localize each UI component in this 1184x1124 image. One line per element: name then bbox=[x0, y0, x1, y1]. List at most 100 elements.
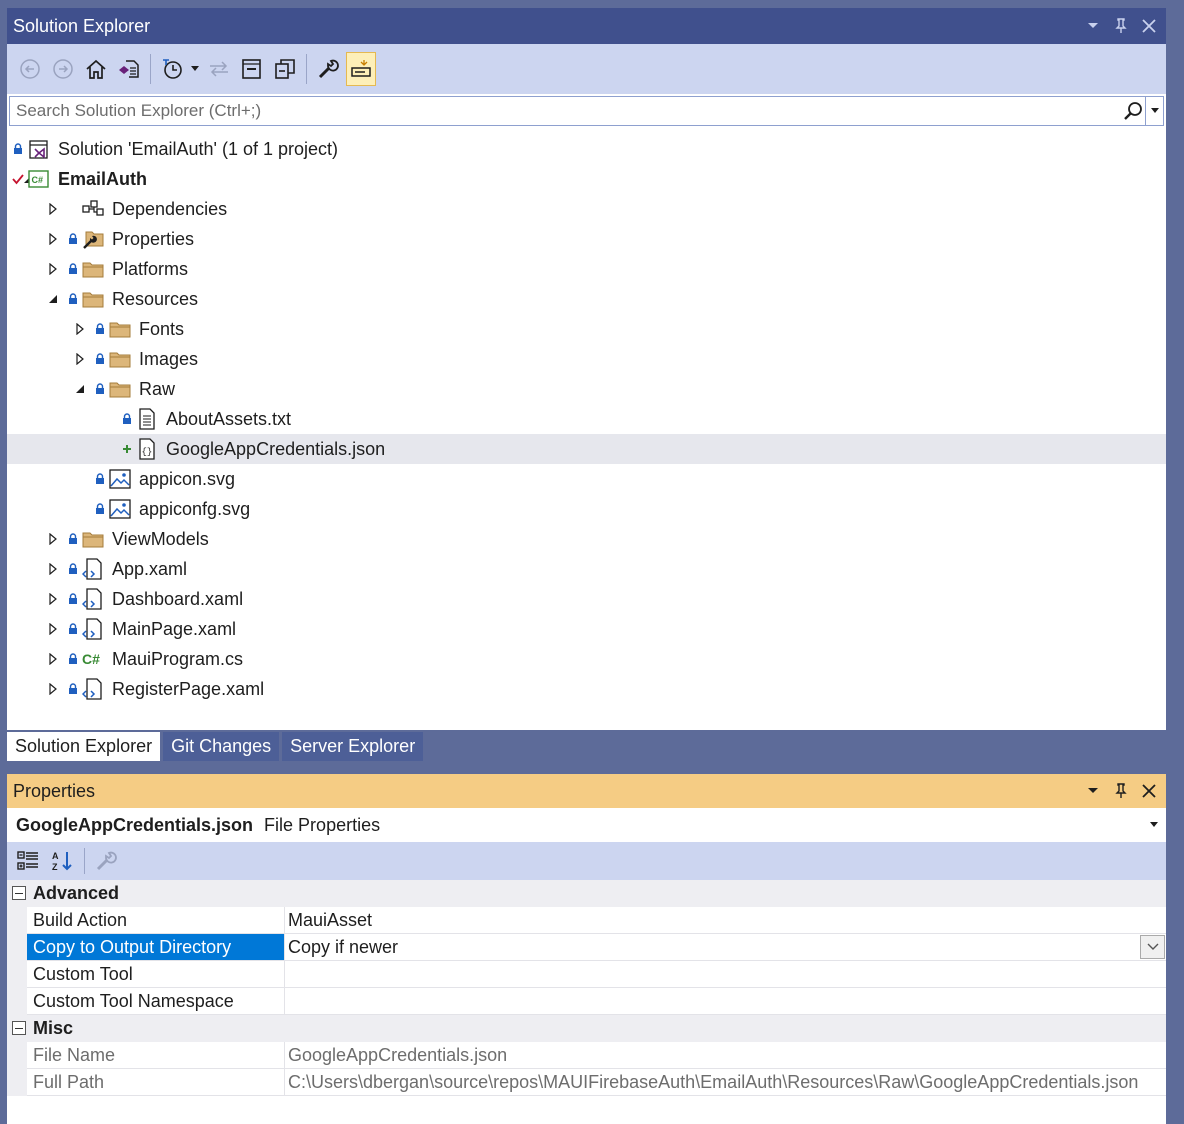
home-icon[interactable] bbox=[81, 52, 111, 86]
toolbar-separator bbox=[150, 54, 151, 84]
window-menu-chevron-icon[interactable] bbox=[1084, 782, 1102, 800]
text-file-icon bbox=[136, 404, 158, 434]
tree-item[interactable]: Images bbox=[7, 344, 1166, 374]
tree-item[interactable]: C# EmailAuth bbox=[7, 164, 1166, 194]
sync-with-active-document-icon[interactable] bbox=[204, 52, 234, 86]
collapsed-arrow-icon[interactable] bbox=[48, 254, 58, 284]
preview-selected-items-icon[interactable] bbox=[346, 52, 376, 86]
checked-out-icon bbox=[12, 164, 24, 194]
collapsed-arrow-icon[interactable] bbox=[48, 644, 58, 674]
property-name[interactable]: File Name bbox=[27, 1042, 285, 1069]
pin-icon[interactable] bbox=[1112, 782, 1130, 800]
categorized-icon[interactable] bbox=[13, 846, 43, 876]
collapse-all-icon[interactable] bbox=[237, 52, 267, 86]
pending-changes-filter-icon[interactable] bbox=[157, 52, 187, 86]
solution-icon bbox=[28, 134, 50, 164]
property-category[interactable]: Advanced bbox=[7, 880, 1166, 907]
image-file-icon bbox=[109, 494, 131, 524]
collapse-category-icon[interactable] bbox=[12, 1021, 26, 1035]
tree-item[interactable]: Fonts bbox=[7, 314, 1166, 344]
tree-item-label: RegisterPage.xaml bbox=[112, 679, 265, 699]
value-dropdown-chevron-icon[interactable] bbox=[1140, 935, 1165, 959]
collapsed-arrow-icon[interactable] bbox=[48, 584, 58, 614]
tab-solution-explorer[interactable]: Solution Explorer bbox=[7, 732, 161, 761]
collapsed-arrow-icon[interactable] bbox=[75, 344, 85, 374]
property-name[interactable]: Custom Tool Namespace bbox=[27, 988, 285, 1015]
collapsed-arrow-icon[interactable] bbox=[48, 614, 58, 644]
collapse-category-icon[interactable] bbox=[12, 886, 26, 900]
solution-explorer-title: Solution Explorer bbox=[13, 16, 151, 36]
close-icon[interactable] bbox=[1140, 782, 1158, 800]
collapsed-arrow-icon[interactable] bbox=[48, 524, 58, 554]
tree-item[interactable]: Properties bbox=[7, 224, 1166, 254]
property-row[interactable]: Copy to Output Directory Copy if newer bbox=[7, 934, 1166, 961]
search-options-chevron-icon[interactable] bbox=[1145, 97, 1163, 125]
property-name[interactable]: Build Action bbox=[27, 907, 285, 934]
tree-item[interactable]: Raw bbox=[7, 374, 1166, 404]
collapsed-arrow-icon[interactable] bbox=[48, 674, 58, 704]
tree-item[interactable]: C# MauiProgram.cs bbox=[7, 644, 1166, 674]
tree-item[interactable]: ViewModels bbox=[7, 524, 1166, 554]
forward-icon[interactable] bbox=[48, 52, 78, 86]
expanded-arrow-icon[interactable] bbox=[48, 284, 58, 314]
search-input[interactable] bbox=[10, 97, 1110, 125]
tree-item[interactable]: Resources bbox=[7, 284, 1166, 314]
collapsed-arrow-icon[interactable] bbox=[75, 314, 85, 344]
switch-views-icon[interactable] bbox=[114, 52, 144, 86]
pin-icon[interactable] bbox=[1112, 17, 1130, 35]
close-icon[interactable] bbox=[1140, 17, 1158, 35]
property-value-text: GoogleAppCredentials.json bbox=[288, 1045, 508, 1065]
property-row[interactable]: Build Action MauiAsset bbox=[7, 907, 1166, 934]
checked-in-lock-icon bbox=[67, 254, 79, 284]
window-menu-chevron-icon[interactable] bbox=[1084, 17, 1102, 35]
tree-item-label: Resources bbox=[112, 289, 199, 309]
alphabetical-sort-icon[interactable]: AZ bbox=[47, 846, 77, 876]
property-pages-wrench-icon[interactable] bbox=[91, 846, 121, 876]
object-selector-chevron-icon[interactable] bbox=[1150, 808, 1158, 842]
filter-dropdown-icon[interactable] bbox=[190, 52, 200, 86]
property-value[interactable]: Copy if newer bbox=[285, 934, 1166, 961]
property-value[interactable] bbox=[285, 961, 1166, 988]
checked-in-lock-icon bbox=[67, 614, 79, 644]
show-all-files-icon[interactable] bbox=[270, 52, 300, 86]
property-gutter bbox=[7, 907, 27, 934]
tree-item[interactable]: Dependencies bbox=[7, 194, 1166, 224]
tree-item[interactable]: Dashboard.xaml bbox=[7, 584, 1166, 614]
tree-item[interactable]: Solution 'EmailAuth' (1 of 1 project) bbox=[7, 134, 1166, 164]
properties-wrench-icon[interactable] bbox=[313, 52, 343, 86]
folder-icon bbox=[82, 524, 104, 554]
collapsed-arrow-icon[interactable] bbox=[48, 194, 58, 224]
tree-item[interactable]: MainPage.xaml bbox=[7, 614, 1166, 644]
collapsed-arrow-icon[interactable] bbox=[48, 554, 58, 584]
property-row[interactable]: File Name GoogleAppCredentials.json bbox=[7, 1042, 1166, 1069]
property-row[interactable]: Custom Tool Namespace bbox=[7, 988, 1166, 1015]
tree-item[interactable]: appicon.svg bbox=[7, 464, 1166, 494]
property-name[interactable]: Copy to Output Directory bbox=[27, 934, 285, 961]
property-value[interactable]: MauiAsset bbox=[285, 907, 1166, 934]
tree-item[interactable]: RegisterPage.xaml bbox=[7, 674, 1166, 704]
tab-git-changes[interactable]: Git Changes bbox=[163, 732, 280, 761]
tree-item[interactable]: Platforms bbox=[7, 254, 1166, 284]
search-icon[interactable] bbox=[1121, 97, 1145, 125]
property-row[interactable]: Full Path C:\Users\dbergan\source\repos\M… bbox=[7, 1069, 1166, 1096]
property-category[interactable]: Misc bbox=[7, 1015, 1166, 1042]
expanded-arrow-icon[interactable] bbox=[75, 374, 85, 404]
tree-item[interactable]: App.xaml bbox=[7, 554, 1166, 584]
properties-object-selector[interactable]: GoogleAppCredentials.json File Propertie… bbox=[7, 808, 1166, 842]
folder-icon bbox=[82, 254, 104, 284]
tree-item[interactable]: {} GoogleAppCredentials.json bbox=[7, 434, 1166, 464]
property-value-text: Copy if newer bbox=[288, 937, 399, 957]
tab-server-explorer[interactable]: Server Explorer bbox=[282, 732, 424, 761]
back-icon[interactable] bbox=[15, 52, 45, 86]
properties-title-bar: Properties bbox=[7, 774, 1166, 808]
property-name[interactable]: Custom Tool bbox=[27, 961, 285, 988]
tree-item[interactable]: appiconfg.svg bbox=[7, 494, 1166, 524]
tree-item[interactable]: AboutAssets.txt bbox=[7, 404, 1166, 434]
property-value[interactable] bbox=[285, 988, 1166, 1015]
tree-item-label: ViewModels bbox=[112, 529, 209, 549]
solution-explorer-search-box[interactable] bbox=[9, 96, 1164, 126]
property-row[interactable]: Custom Tool bbox=[7, 961, 1166, 988]
solution-explorer-panel: Solution Explorer Search Solution Explor… bbox=[7, 8, 1166, 730]
collapsed-arrow-icon[interactable] bbox=[48, 224, 58, 254]
property-name[interactable]: Full Path bbox=[27, 1069, 285, 1096]
